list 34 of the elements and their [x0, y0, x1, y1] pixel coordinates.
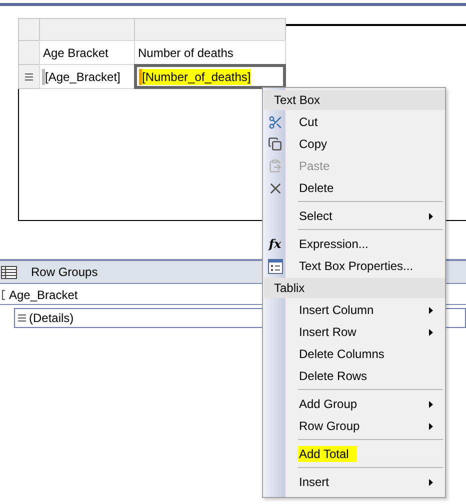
group-label: Age_Bracket — [9, 288, 78, 302]
textbox-cell[interactable]: [Age_Bracket] — [39, 64, 135, 89]
row-handle-icon — [25, 72, 33, 80]
column-header: Number of deaths — [134, 40, 286, 65]
function-icon: fx — [268, 237, 282, 251]
paste-icon — [268, 159, 282, 173]
details-icon — [18, 314, 26, 322]
corner-handle[interactable] — [18, 18, 40, 41]
menu-item[interactable]: Add Group — [264, 393, 445, 415]
group-label: (Details) — [29, 311, 74, 325]
menu-section-header: Text Box — [264, 90, 445, 110]
menu-item[interactable]: Cut — [264, 111, 445, 133]
properties-icon — [268, 258, 282, 274]
menu-item[interactable]: fx Expression... — [264, 233, 445, 255]
menu-item[interactable]: Delete — [264, 177, 445, 199]
table-icon — [1, 266, 17, 278]
menu-item[interactable]: Row Group — [264, 415, 445, 437]
scissors-icon — [268, 114, 282, 130]
copy-icon — [268, 137, 282, 151]
menu-section-header: Tablix — [264, 278, 445, 298]
menu-item[interactable]: Delete Columns — [264, 343, 445, 365]
menu-item[interactable]: Select — [264, 205, 445, 227]
menu-item[interactable]: Text Box Properties... — [264, 255, 445, 277]
row-handle[interactable] — [18, 40, 40, 65]
bracket-icon — [2, 290, 6, 300]
column-handle[interactable] — [134, 18, 286, 41]
panel-title: Row Groups — [31, 265, 98, 279]
column-handle[interactable] — [39, 18, 135, 41]
menu-item[interactable]: Add Total — [264, 443, 445, 465]
menu-item[interactable]: Delete Rows — [264, 365, 445, 387]
textbox-cell[interactable]: [Number_of_deaths] — [134, 64, 286, 89]
menu-item[interactable]: Copy — [264, 133, 445, 155]
menu-item[interactable]: Insert — [264, 471, 445, 493]
column-header: Age Bracket — [39, 40, 135, 65]
